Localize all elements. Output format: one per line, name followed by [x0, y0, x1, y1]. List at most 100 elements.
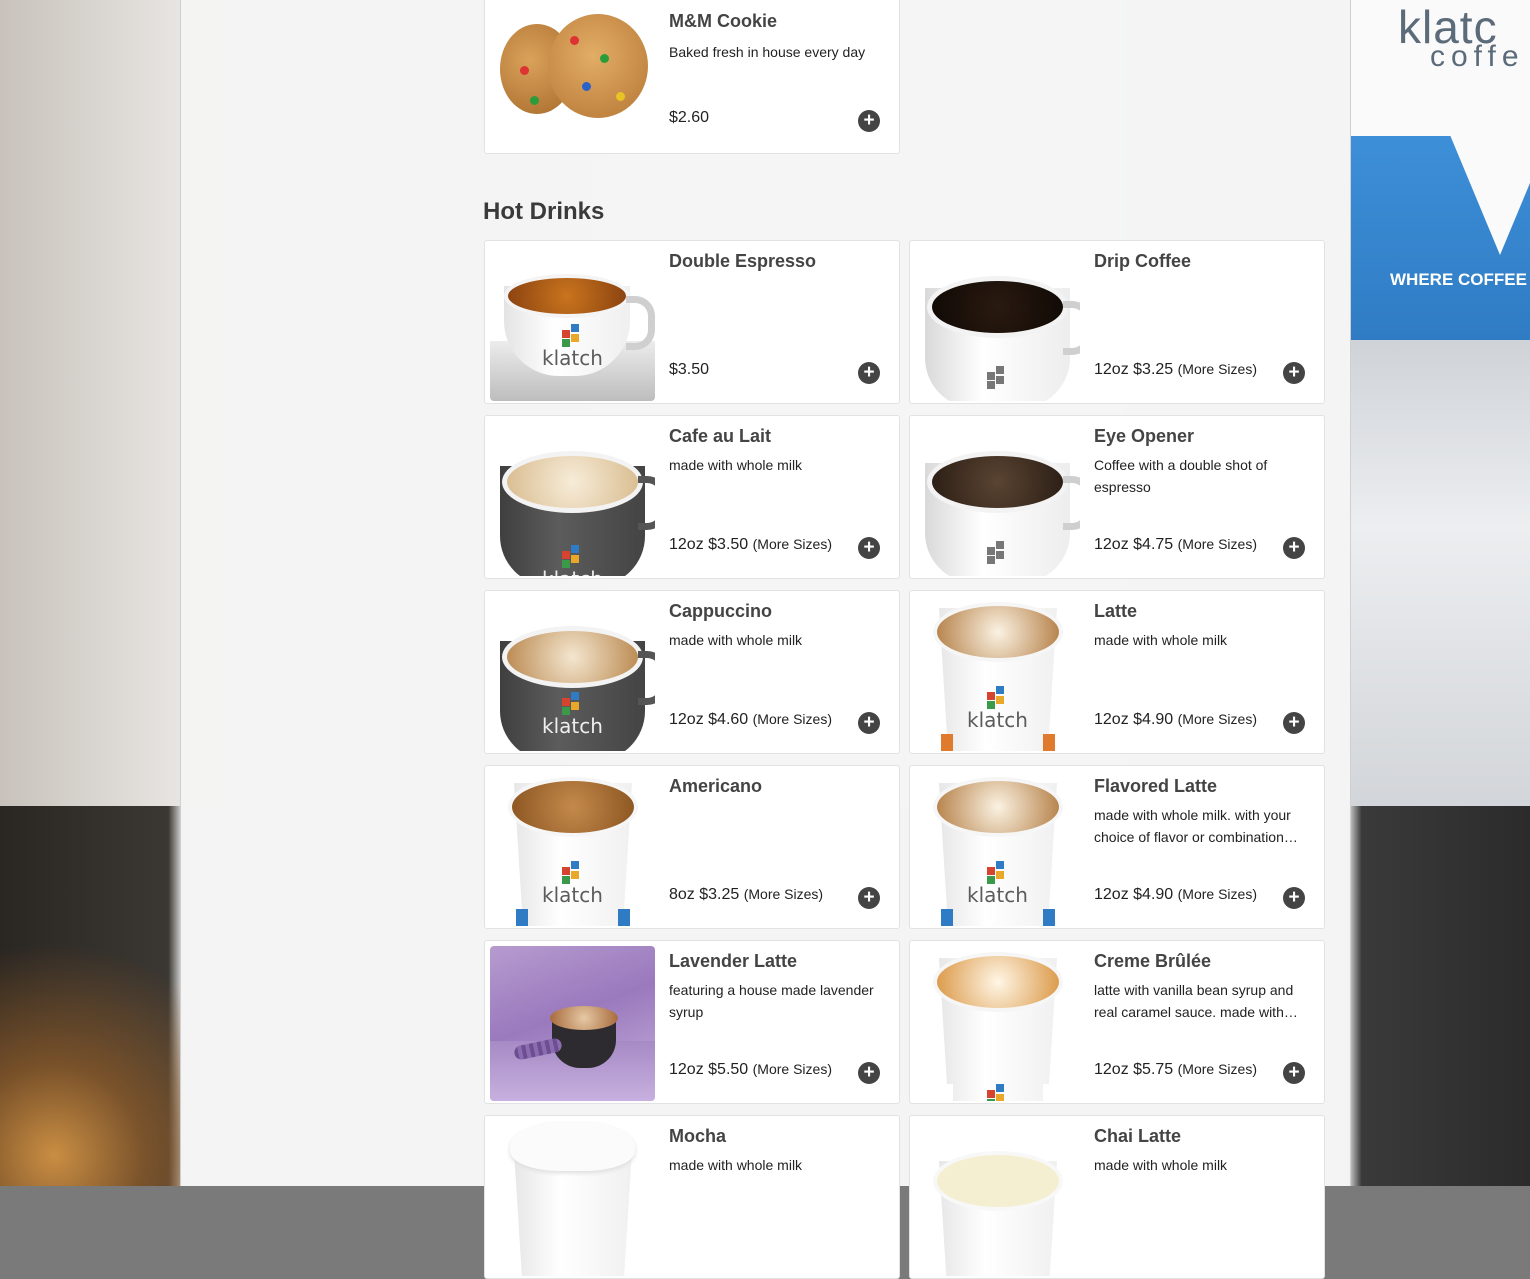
item-photo: klatch	[490, 596, 655, 751]
item-price-value: 12oz $4.90	[1094, 886, 1174, 903]
menu-item-card[interactable]: M&M Cookie Baked fresh in house every da…	[484, 0, 900, 154]
item-price: 12oz $3.50 (More Sizes)	[669, 536, 832, 554]
item-name[interactable]: Creme Brûlée	[1094, 951, 1211, 972]
item-name[interactable]: Americano	[669, 776, 762, 797]
item-photo	[915, 246, 1080, 401]
item-price-value: 12oz $3.50	[669, 536, 749, 553]
item-name[interactable]: Drip Coffee	[1094, 251, 1191, 272]
item-description: made with whole milk. with your choice o…	[1094, 807, 1298, 845]
more-sizes-link[interactable]: (More Sizes)	[1178, 711, 1257, 727]
menu-item-card[interactable]: klatch Double Espresso $3.50 +	[484, 240, 900, 404]
candy-dot	[520, 66, 529, 75]
item-price: 12oz $3.25 (More Sizes)	[1094, 361, 1257, 379]
item-name[interactable]: M&M Cookie	[669, 11, 777, 32]
item-name[interactable]: Double Espresso	[669, 251, 816, 272]
klatch-logo-mark	[987, 1084, 1009, 1101]
add-item-button[interactable]: +	[1283, 712, 1305, 734]
item-name[interactable]: Mocha	[669, 1126, 726, 1147]
item-photo	[490, 0, 655, 151]
item-name[interactable]: Cappuccino	[669, 601, 772, 622]
item-price: 12oz $5.75 (More Sizes)	[1094, 1061, 1257, 1079]
klatch-logo-mark	[987, 861, 1009, 884]
item-name[interactable]: Eye Opener	[1094, 426, 1194, 447]
more-sizes-link[interactable]: (More Sizes)	[753, 536, 832, 552]
more-sizes-link[interactable]: (More Sizes)	[1178, 886, 1257, 902]
candy-dot	[600, 54, 609, 63]
add-item-button[interactable]: +	[858, 362, 880, 384]
menu-item-card[interactable]: Lavender Latte featuring a house made lav…	[484, 940, 900, 1104]
menu-item-card[interactable]: klatch Flavored Latte made with whole milk…	[909, 765, 1325, 929]
item-description: latte with vanilla bean syrup and real c…	[1094, 982, 1298, 1020]
item-photo: klatch	[490, 421, 655, 576]
item-price: $2.60	[669, 109, 709, 127]
menu-item-card[interactable]: klatch Creme Brûlée latte with vanilla bea…	[909, 940, 1325, 1104]
menu-item-card[interactable]: klatch Cappuccino made with whole milk 12oz…	[484, 590, 900, 754]
klatch-logo-mark	[562, 861, 584, 884]
more-sizes-link[interactable]: (More Sizes)	[1178, 536, 1257, 552]
cup-v-shape	[1450, 135, 1530, 255]
item-name[interactable]: Latte	[1094, 601, 1137, 622]
klatch-logo: klatch	[542, 714, 603, 738]
menu-item-card[interactable]: Mocha made with whole milk	[484, 1115, 900, 1279]
item-price-value: 12oz $3.25	[1094, 361, 1174, 378]
item-description: Baked fresh in house every day	[669, 44, 866, 60]
item-price-value: $2.60	[669, 109, 710, 126]
klatch-logo-mark	[562, 545, 584, 568]
item-price: 8oz $3.25 (More Sizes)	[669, 886, 823, 904]
item-price-value: 12oz $5.75	[1094, 1061, 1174, 1078]
more-sizes-link[interactable]: (More Sizes)	[753, 711, 832, 727]
item-photo: klatch	[490, 771, 655, 926]
item-name[interactable]: Flavored Latte	[1094, 776, 1217, 797]
add-item-button[interactable]: +	[858, 887, 880, 909]
add-item-button[interactable]: +	[1283, 1062, 1305, 1084]
add-item-button[interactable]: +	[1283, 887, 1305, 909]
item-price: 12oz $4.75 (More Sizes)	[1094, 536, 1257, 554]
klatch-logo-mark	[987, 541, 1009, 564]
klatch-logo: klatch	[967, 708, 1028, 732]
menu-item-card[interactable]: Chai Latte made with whole milk	[909, 1115, 1325, 1279]
candy-dot	[616, 92, 625, 101]
item-photo	[490, 1121, 655, 1276]
more-sizes-link[interactable]: (More Sizes)	[744, 886, 823, 902]
klatch-logo-mark	[987, 686, 1009, 709]
more-sizes-link[interactable]: (More Sizes)	[753, 1061, 832, 1077]
item-description: made with whole milk	[1094, 1157, 1228, 1173]
menu-item-card[interactable]: Eye Opener Coffee with a double shot of e…	[909, 415, 1325, 579]
item-description: made with whole milk	[669, 632, 803, 648]
klatch-logo: klatch	[967, 883, 1028, 907]
menu-item-card[interactable]: Drip Coffee 12oz $3.25 (More Sizes) +	[909, 240, 1325, 404]
menu-item-card[interactable]: klatch Cafe au Lait made with whole milk 12…	[484, 415, 900, 579]
candy-dot	[570, 36, 579, 45]
item-description: made with whole milk	[669, 1157, 803, 1173]
item-price: 12oz $4.90 (More Sizes)	[1094, 711, 1257, 729]
item-photo	[490, 946, 655, 1101]
item-photo: klatch	[915, 946, 1080, 1101]
item-description: made with whole milk	[1094, 632, 1228, 648]
item-name[interactable]: Chai Latte	[1094, 1126, 1181, 1147]
item-photo: klatch	[915, 771, 1080, 926]
add-item-button[interactable]: +	[858, 110, 880, 132]
add-item-button[interactable]: +	[858, 712, 880, 734]
item-name[interactable]: Cafe au Lait	[669, 426, 771, 447]
item-price-value: 12oz $4.60	[669, 711, 749, 728]
more-sizes-link[interactable]: (More Sizes)	[1178, 1061, 1257, 1077]
more-sizes-link[interactable]: (More Sizes)	[1178, 361, 1257, 377]
item-photo: klatch	[490, 246, 655, 401]
item-price-value: 12oz $5.50	[669, 1061, 749, 1078]
klatch-logo: klatch	[490, 567, 655, 576]
add-item-button[interactable]: +	[858, 1062, 880, 1084]
item-photo	[915, 421, 1080, 576]
menu-item-card[interactable]: klatch Americano 8oz $3.25 (More Sizes) +	[484, 765, 900, 929]
item-price: 12oz $4.90 (More Sizes)	[1094, 886, 1257, 904]
klatch-logo-mark	[987, 366, 1009, 389]
item-description: featuring a house made lavender syrup	[669, 982, 874, 1020]
cup-tagline: WHERE COFFEE IS THE C	[1390, 270, 1530, 289]
add-item-button[interactable]: +	[1283, 537, 1305, 559]
item-name[interactable]: Lavender Latte	[669, 951, 797, 972]
add-item-button[interactable]: +	[858, 537, 880, 559]
section-title: Hot Drinks	[483, 198, 605, 225]
background-lamp-glow	[0, 880, 180, 1186]
add-item-button[interactable]: +	[1283, 362, 1305, 384]
menu-item-card[interactable]: klatch Latte made with whole milk 12oz $4.9…	[909, 590, 1325, 754]
candy-dot	[530, 96, 539, 105]
